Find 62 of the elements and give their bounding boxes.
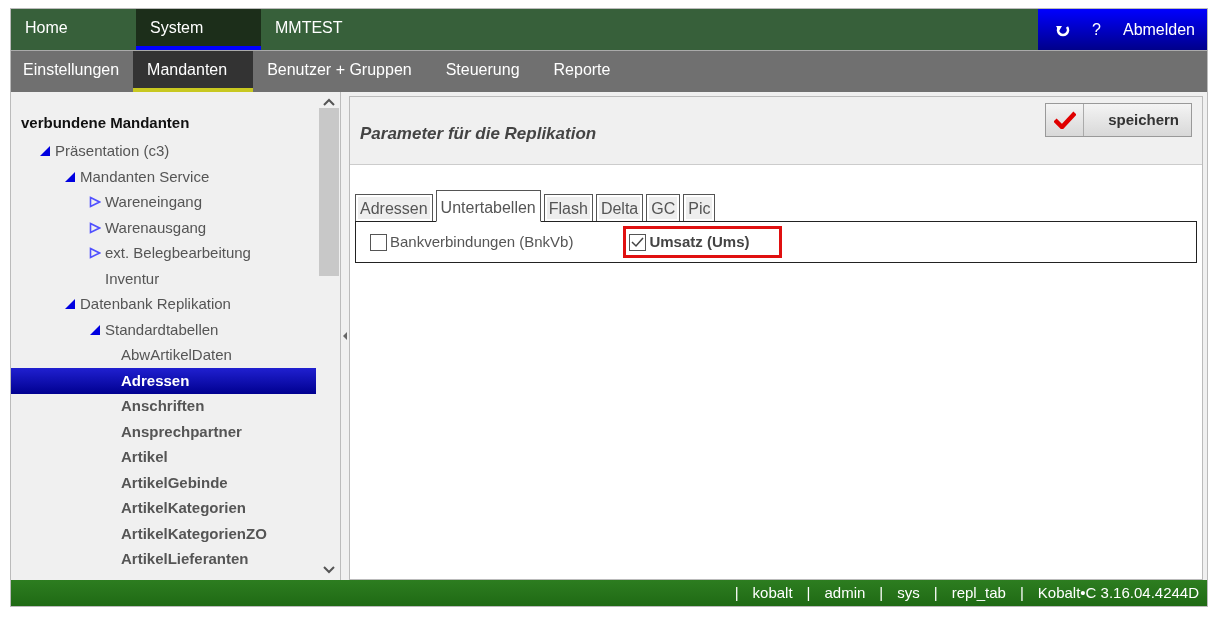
status-text: | (806, 582, 811, 603)
checkbox-label[interactable]: Bankverbindungen (BnkVb) (390, 230, 574, 254)
status-text: admin (824, 582, 866, 603)
panel-title: Parameter für die Replikation (360, 122, 597, 145)
tab[interactable]: Flash (543, 194, 593, 221)
nav-tab[interactable]: System (136, 9, 261, 50)
status-text: Kobalt•C 3.16.04.4244D (1037, 582, 1199, 603)
tree-heading: verbundene Mandanten (21, 113, 191, 133)
tree-item-label[interactable]: Mandanten Service (80, 165, 210, 188)
status-text: repl_tab (951, 582, 1006, 603)
tree-item[interactable]: ArtikelKategorienZO (21, 521, 318, 547)
expanded-icon[interactable] (39, 145, 51, 158)
check-icon (1053, 111, 1076, 129)
nav-tab[interactable]: Steuerung (433, 51, 532, 92)
tree-item[interactable]: Artikel (21, 444, 318, 470)
tab[interactable]: Delta (595, 194, 644, 221)
tab[interactable]: GC (646, 194, 681, 221)
collapsed-icon[interactable] (89, 221, 101, 234)
scroll-down-icon[interactable] (323, 566, 335, 574)
tree-item[interactable]: Anschriften (21, 393, 318, 419)
status-text: | (933, 582, 938, 603)
collapse-handle-icon[interactable] (343, 332, 347, 340)
logout-link[interactable]: Abmelden (1122, 17, 1195, 42)
tree-item-label[interactable]: ext. Belegbearbeitung (105, 242, 251, 265)
status-text: | (879, 582, 884, 603)
tab[interactable]: Untertabellen (435, 190, 541, 222)
save-button[interactable]: speichern (1045, 103, 1192, 137)
tree-item[interactable]: Inventur (21, 266, 318, 292)
checkbox[interactable] (370, 233, 387, 251)
help-button[interactable]: ? (1092, 17, 1101, 42)
tab[interactable]: Pic (683, 194, 716, 221)
tree-item[interactable]: Ansprechpartner (21, 419, 318, 445)
tree-item[interactable]: ArtikelKategorien (21, 495, 318, 521)
expanded-icon[interactable] (89, 323, 101, 336)
nav-tab[interactable]: Home (11, 9, 136, 50)
scroll-up-icon[interactable] (323, 98, 335, 106)
expanded-icon[interactable] (64, 170, 76, 183)
tree-item-label[interactable]: Wareneingang (105, 191, 202, 214)
tree-item[interactable]: ArtikelLieferanten (21, 546, 318, 572)
tab[interactable]: Adressen (355, 194, 433, 221)
status-text: | (1019, 582, 1024, 603)
nav-tab[interactable]: MMTEST (261, 9, 386, 50)
nav-tab[interactable]: Reporte (541, 51, 623, 92)
nav-tab[interactable]: Mandanten (133, 51, 254, 92)
tree-item-label[interactable]: Warenausgang (105, 216, 207, 239)
tree-item-label[interactable]: Präsentation (c3) (55, 140, 170, 163)
checkbox[interactable] (629, 233, 647, 251)
tree-item-label[interactable]: Standardtabellen (105, 318, 219, 341)
status-text: sys (897, 582, 920, 603)
collapsed-icon[interactable] (89, 247, 101, 260)
tree-item[interactable]: ArtikelGebinde (21, 470, 318, 496)
collapsed-icon[interactable] (89, 196, 101, 209)
nav-tab[interactable]: Benutzer + Gruppen (255, 51, 424, 92)
scrollbar-thumb[interactable] (319, 108, 339, 276)
tree-item[interactable]: AbwArtikelDaten (21, 342, 318, 368)
status-text: kobalt (752, 582, 793, 603)
expanded-icon[interactable] (64, 298, 76, 311)
checkbox-label[interactable]: Umsatz (Ums) (649, 230, 750, 254)
nav-tab[interactable]: Einstellungen (11, 51, 132, 92)
tree-item-label[interactable]: Datenbank Replikation (80, 293, 231, 316)
status-text: | (734, 582, 739, 603)
tree-item[interactable]: Adressen (11, 368, 316, 394)
